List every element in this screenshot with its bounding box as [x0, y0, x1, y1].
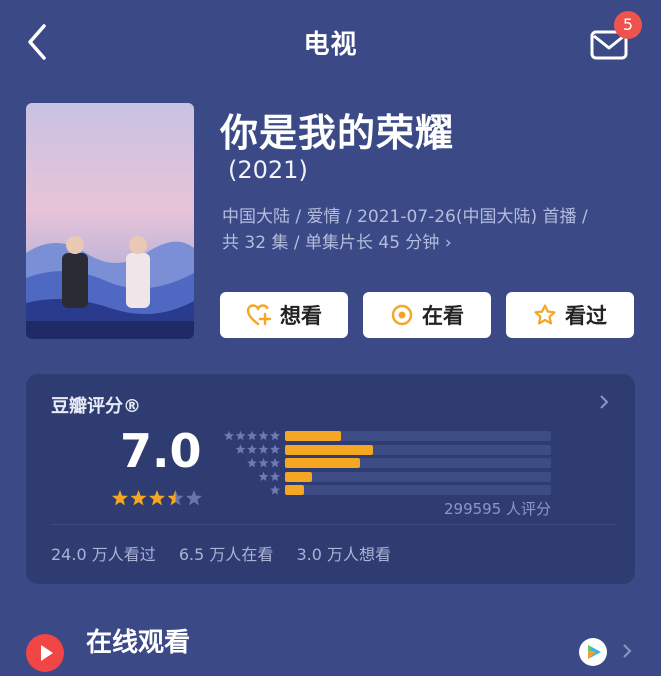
star-level-icon — [258, 430, 269, 441]
seen-count: 24.0 万人看过 — [51, 545, 156, 564]
star-level-icon — [270, 485, 280, 495]
star-level-icon — [270, 471, 280, 482]
rating-star — [167, 490, 184, 506]
online-watch-title: 在线观看 — [86, 628, 191, 658]
rating-star — [111, 490, 129, 506]
distribution-bar-fill — [285, 485, 304, 496]
meta-chevron-icon: › — [444, 233, 452, 253]
drama-meta[interactable]: 中国大陆 / 爱情 / 2021-07-26(中国大陆) 首播 / 共 32 集… — [222, 204, 632, 256]
distribution-bar-track — [285, 485, 551, 496]
circle-dot-icon — [391, 304, 413, 326]
want-to-watch-button[interactable]: 想看 — [220, 292, 348, 338]
watching-button[interactable]: 在看 — [363, 292, 491, 338]
star-outline-icon — [534, 304, 556, 325]
watched-button[interactable]: 看过 — [506, 292, 634, 338]
star-level-icon — [258, 471, 269, 482]
star-level-icon — [258, 444, 269, 454]
watched-label: 看过 — [565, 304, 607, 328]
top-bar: 电视 5 — [0, 0, 661, 84]
rater-count: 299595 人评分 — [444, 500, 552, 518]
watch-chevron-icon[interactable] — [622, 643, 632, 664]
star-level-icon — [224, 430, 234, 441]
rating-star — [130, 490, 147, 506]
star-level-labels — [224, 430, 280, 495]
star-level-icon — [247, 458, 257, 468]
release-year: (2021) — [228, 156, 308, 184]
watching-label: 在看 — [422, 304, 464, 328]
chevron-right-icon — [599, 394, 609, 415]
watching-count: 6.5 万人在看 — [178, 545, 274, 564]
meta-line: 中国大陆 / 爱情 / 2021-07-26(中国大陆) 首播 / — [222, 207, 588, 227]
distribution-bar-track — [285, 444, 551, 455]
want-to-watch-label: 想看 — [280, 304, 322, 328]
meta-episodes: 共 32 集 / 单集片长 45 分钟 — [222, 233, 440, 253]
viewer-stats: 24.0 万人看过 6.5 万人在看 3.0 万人想看 — [51, 541, 409, 565]
rating-star — [148, 490, 166, 506]
star-level-icon — [247, 444, 257, 454]
distribution-bar-fill — [285, 471, 312, 482]
tencent-video-icon[interactable] — [579, 638, 607, 666]
distribution-bar-track — [285, 458, 551, 469]
drama-title: 你是我的荣耀 — [220, 111, 455, 155]
rating-score: 7.0 — [120, 424, 202, 478]
divider — [51, 524, 617, 525]
distribution-bar-fill — [285, 444, 373, 455]
want-count: 3.0 万人想看 — [296, 545, 391, 564]
rating-stars — [111, 490, 203, 506]
star-level-icon — [235, 444, 246, 454]
distribution-bar-fill — [285, 431, 341, 441]
distribution-bar-fill — [285, 458, 360, 469]
heart-plus-icon — [246, 304, 272, 326]
meta-line-2: 共 32 集 / 单集片长 45 分钟 › — [222, 230, 632, 256]
star-level-icon — [270, 430, 280, 441]
star-level-icon — [235, 430, 246, 441]
play-icon[interactable] — [26, 634, 64, 672]
rating-star — [185, 490, 203, 506]
rating-label: 豆瓣评分® — [51, 396, 141, 417]
poster-image[interactable] — [26, 103, 194, 339]
distribution-bar-track — [285, 471, 551, 482]
notification-badge: 5 — [614, 11, 642, 39]
star-level-icon — [258, 458, 269, 468]
star-level-icon — [247, 430, 257, 441]
star-level-icon — [270, 458, 280, 468]
star-level-icon — [270, 444, 280, 454]
page-title: 电视 — [303, 30, 358, 60]
distribution-bar-track — [285, 431, 551, 441]
rating-card[interactable]: 豆瓣评分® 7.0 299595 人评分 24.0 万人看过 6.5 万人在看 … — [26, 374, 635, 584]
